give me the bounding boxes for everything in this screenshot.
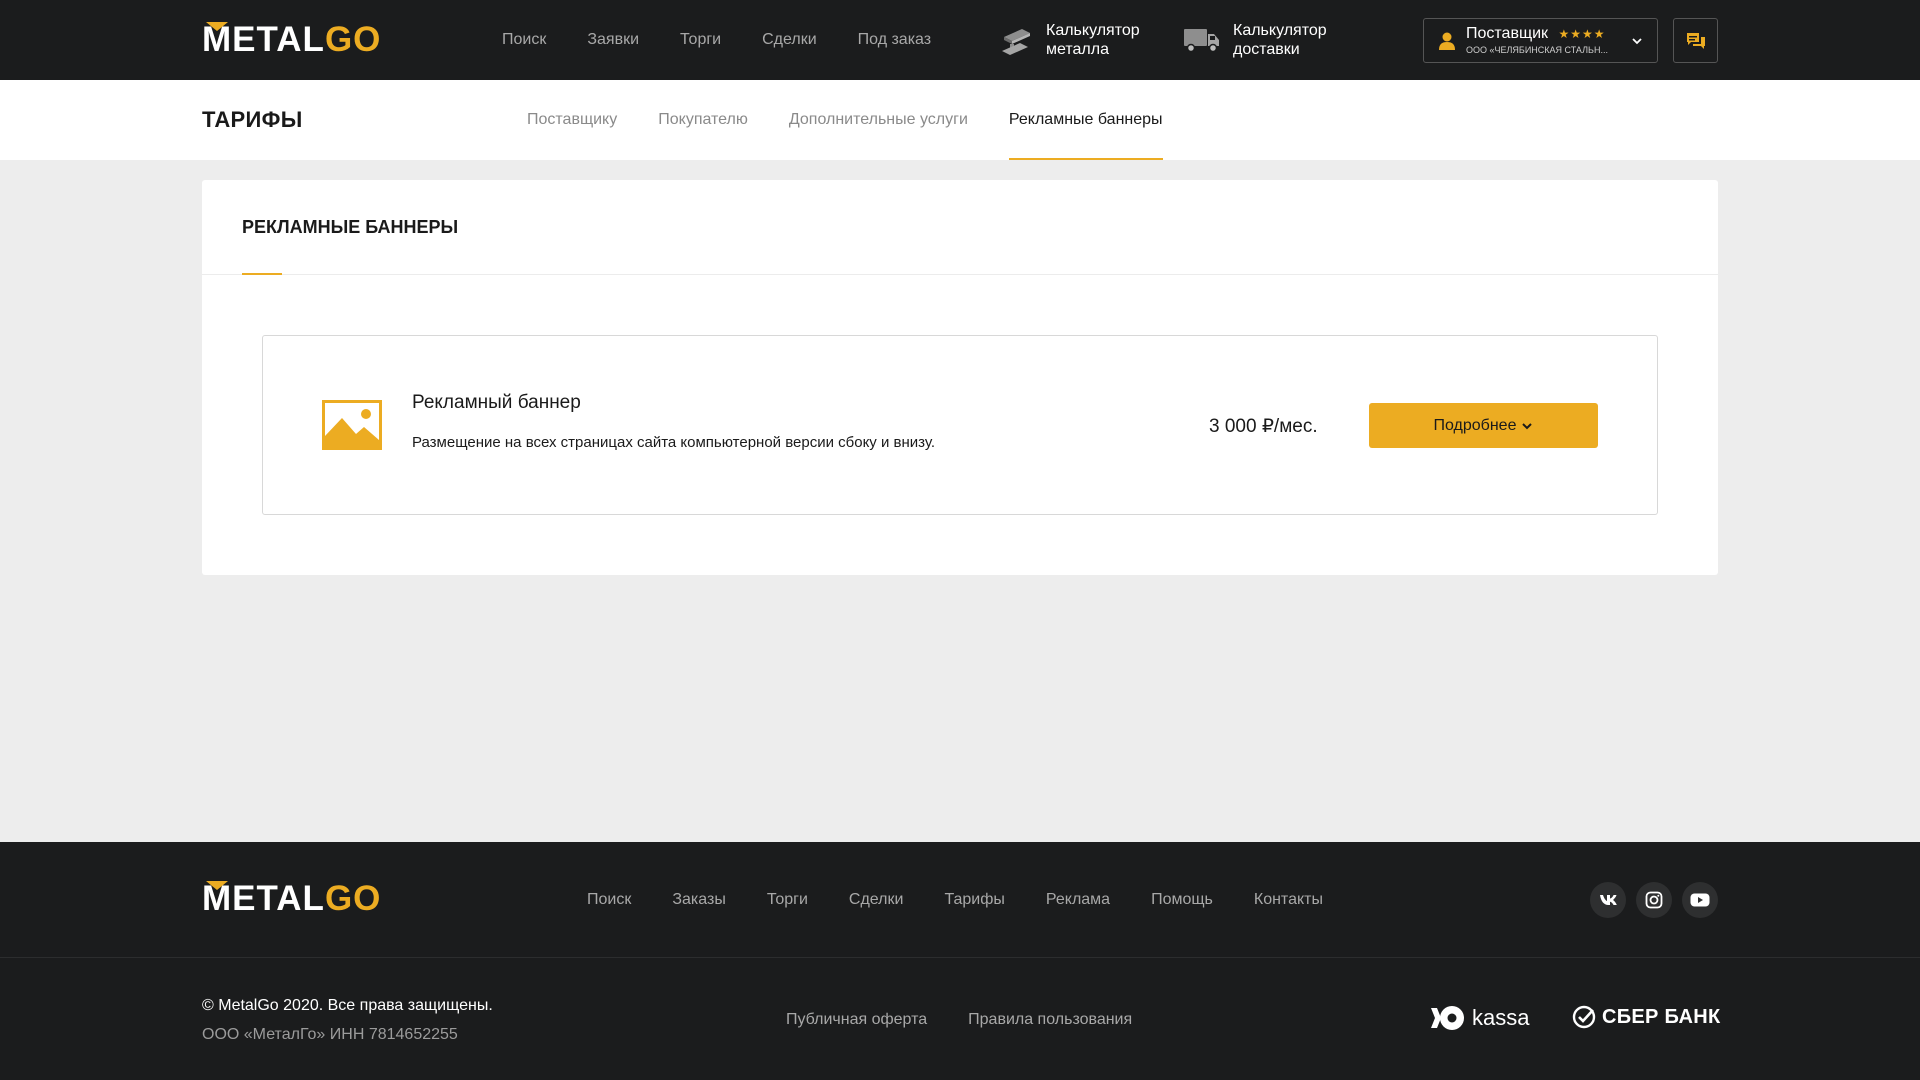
company-info: ООО «МеталГо» ИНН 7814652255 (202, 1026, 458, 1043)
top-header: METAL GO Поиск Заявки Торги Сделки Под з… (0, 0, 1920, 80)
tariff-item: Рекламный баннер Размещение на всех стра… (262, 335, 1658, 515)
footer-logo[interactable]: METAL GO (202, 879, 382, 918)
sber-check-icon (1572, 1005, 1596, 1029)
footer-nav-contacts[interactable]: Контакты (1254, 891, 1323, 909)
vk-icon (1600, 895, 1617, 905)
sber-text: СБЕР БАНК (1602, 1005, 1721, 1028)
instagram-link[interactable] (1636, 882, 1672, 918)
metal-beams-icon (1002, 29, 1030, 55)
metalgo-logo[interactable]: METAL GO (202, 20, 382, 59)
page-title: ТАРИФЫ (202, 107, 303, 132)
tab-ad-banners[interactable]: Рекламные баннеры (1008, 80, 1163, 160)
details-button[interactable]: Подробнее (1369, 403, 1598, 448)
item-name: Рекламный баннер (412, 392, 581, 413)
metal-calculator-link[interactable]: Калькулятор металла (1000, 21, 1140, 59)
footer-nav-tariffs[interactable]: Тарифы (944, 891, 1004, 909)
footer-nav-deals[interactable]: Сделки (849, 891, 904, 909)
chevron-down-icon (1632, 38, 1642, 45)
delivery-calculator-link[interactable]: Калькулятор доставки (1183, 21, 1327, 59)
copyright: © MetalGo 2020. Все права защищены. (202, 997, 493, 1014)
user-role: Поставщик (1466, 25, 1549, 42)
banners-card: РЕКЛАМНЫЕ БАННЕРЫ Рекламный баннер Разме… (202, 180, 1718, 575)
details-button-label: Подробнее (1433, 416, 1517, 434)
public-offer-link[interactable]: Публичная оферта (786, 1011, 927, 1029)
image-icon (322, 400, 382, 450)
user-account-dropdown[interactable]: Поставщик ★★★★ ООО «ЧЕЛЯБИНСКАЯ СТАЛЬН..… (1423, 18, 1658, 63)
tab-additional-services[interactable]: Дополнительные услуги (789, 80, 968, 160)
nav-item-auctions[interactable]: Торги (680, 31, 721, 49)
sub-header: ТАРИФЫ Поставщику Покупателю Дополнитель… (0, 80, 1920, 160)
yookassa-logo: kassa (1430, 1005, 1529, 1031)
nav-item-search[interactable]: Поиск (502, 31, 546, 49)
footer-nav-orders[interactable]: Заказы (672, 891, 725, 909)
legal-links: Публичная оферта Правила пользования (786, 1011, 1132, 1029)
footer-nav-advertising[interactable]: Реклама (1046, 891, 1110, 909)
main-nav: Поиск Заявки Торги Сделки Под заказ (502, 0, 931, 80)
user-organization: ООО «ЧЕЛЯБИНСКАЯ СТАЛЬН... (1466, 45, 1608, 55)
item-description: Размещение на всех страницах сайта компь… (412, 434, 936, 451)
calc-delivery-line2: доставки (1233, 41, 1300, 58)
nav-item-deals[interactable]: Сделки (762, 31, 817, 49)
footer-divider (0, 957, 1920, 958)
vk-link[interactable] (1590, 882, 1626, 918)
title-underline (242, 273, 282, 275)
chat-icon (1686, 32, 1705, 49)
instagram-icon (1645, 891, 1663, 909)
youtube-icon (1690, 893, 1710, 907)
terms-of-use-link[interactable]: Правила пользования (968, 1011, 1132, 1029)
tab-buyer[interactable]: Покупателю (658, 80, 748, 160)
user-icon (1439, 32, 1455, 50)
logo-mark-icon (206, 22, 228, 31)
chevron-down-icon (1522, 422, 1533, 429)
logo-text-go: GO (324, 879, 382, 918)
footer-nav-help[interactable]: Помощь (1151, 891, 1213, 909)
calc-metal-line1: Калькулятор (1046, 22, 1140, 39)
footer-nav-auctions[interactable]: Торги (767, 891, 808, 909)
logo-mark-icon (206, 881, 228, 890)
card-title: РЕКЛАМНЫЕ БАННЕРЫ (242, 217, 459, 237)
messages-button[interactable] (1673, 18, 1718, 63)
footer-nav-search[interactable]: Поиск (587, 891, 631, 909)
calc-metal-line2: металла (1046, 41, 1109, 58)
kassa-text: kassa (1472, 1005, 1530, 1030)
logo-text-go: GO (324, 20, 382, 59)
rating-stars: ★★★★ (1558, 27, 1606, 41)
item-price: 3 000 ₽/мес. (1209, 416, 1318, 437)
sberbank-logo: СБЕР БАНК (1572, 1005, 1720, 1029)
footer: METAL GO Поиск Заказы Торги Сделки Тариф… (0, 842, 1920, 1080)
calc-delivery-line1: Калькулятор (1233, 22, 1327, 39)
card-header: РЕКЛАМНЫЕ БАННЕРЫ (202, 180, 1718, 275)
footer-nav: Поиск Заказы Торги Сделки Тарифы Реклама… (587, 842, 1323, 957)
tariff-tabs: Поставщику Покупателю Дополнительные усл… (527, 80, 1163, 160)
youtube-link[interactable] (1682, 882, 1718, 918)
yoomoney-icon (1431, 1006, 1464, 1030)
nav-item-requests[interactable]: Заявки (587, 31, 639, 49)
truck-icon (1184, 29, 1219, 53)
tab-supplier[interactable]: Поставщику (527, 80, 617, 160)
social-links (1590, 882, 1718, 918)
nav-item-custom-order[interactable]: Под заказ (858, 31, 931, 49)
